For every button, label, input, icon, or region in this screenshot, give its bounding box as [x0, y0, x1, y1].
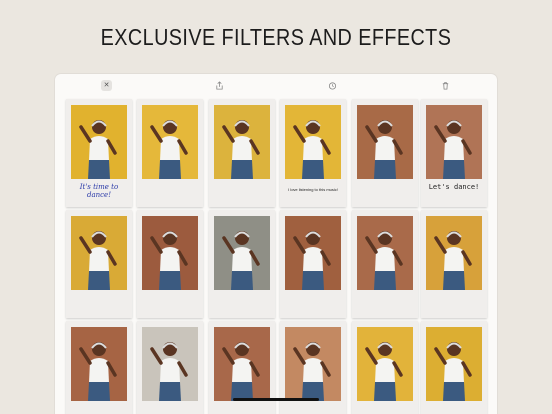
photo-illustration [214, 327, 270, 401]
timer-button[interactable] [327, 80, 338, 91]
dancer-photo [357, 216, 413, 290]
photo-illustration [285, 216, 341, 290]
photo-illustration [285, 327, 341, 401]
photo-illustration [285, 105, 341, 179]
photo-illustration [71, 105, 127, 179]
dancer-photo [71, 105, 127, 179]
dancer-photo [285, 216, 341, 290]
polaroid-card[interactable] [137, 210, 203, 318]
photo-illustration [357, 327, 413, 401]
dancer-photo [285, 327, 341, 401]
photo-caption: Let's dance! [428, 183, 480, 191]
photo-illustration [357, 216, 413, 290]
dancer-photo [357, 327, 413, 401]
photo-illustration [71, 216, 127, 290]
photo-illustration [142, 216, 198, 290]
share-button[interactable] [214, 80, 225, 91]
polaroid-card[interactable] [66, 321, 132, 414]
photo-illustration [142, 105, 198, 179]
photo-illustration [426, 105, 482, 179]
dancer-photo [214, 216, 270, 290]
dancer-photo [142, 105, 198, 179]
photo-illustration [71, 327, 127, 401]
polaroid-card[interactable] [421, 210, 487, 318]
dancer-photo [426, 216, 482, 290]
photo-illustration [214, 105, 270, 179]
dancer-photo [426, 105, 482, 179]
polaroid-card[interactable]: It's time to dance! [66, 99, 132, 207]
dancer-photo [426, 327, 482, 401]
photo-illustration [214, 216, 270, 290]
dancer-photo [142, 216, 198, 290]
headline: EXCLUSIVE FILTERS AND EFFECTS [100, 24, 452, 50]
toolbar: ✕ [55, 74, 497, 96]
polaroid-card[interactable] [352, 210, 418, 318]
share-icon [216, 81, 223, 90]
close-icon: ✕ [103, 82, 110, 89]
photo-caption: I love listening to this music! [288, 187, 338, 192]
trash-icon [442, 82, 449, 90]
home-indicator [233, 398, 319, 401]
dancer-photo [71, 327, 127, 401]
polaroid-card[interactable] [66, 210, 132, 318]
dancer-photo [285, 105, 341, 179]
trash-button[interactable] [440, 80, 451, 91]
photo-illustration [426, 216, 482, 290]
photo-illustration [142, 327, 198, 401]
dancer-photo [214, 105, 270, 179]
dancer-photo [214, 327, 270, 401]
device-screen: ✕ It's time to dance! I love listening to… [55, 74, 497, 414]
polaroid-card[interactable]: I love listening to this music! [280, 99, 346, 207]
polaroid-card[interactable] [352, 99, 418, 207]
polaroid-card[interactable] [280, 210, 346, 318]
dancer-photo [71, 216, 127, 290]
photo-illustration [357, 105, 413, 179]
polaroid-card[interactable]: Let's dance! [421, 99, 487, 207]
dancer-photo [142, 327, 198, 401]
polaroid-card[interactable] [137, 321, 203, 414]
polaroid-card[interactable] [421, 321, 487, 414]
polaroid-card[interactable] [352, 321, 418, 414]
polaroid-card[interactable] [137, 99, 203, 207]
photo-illustration [426, 327, 482, 401]
dancer-photo [357, 105, 413, 179]
photo-caption: It's time to dance! [79, 183, 119, 199]
polaroid-card[interactable] [209, 99, 275, 207]
close-button[interactable]: ✕ [101, 80, 112, 91]
polaroid-card[interactable] [209, 210, 275, 318]
timer-icon [328, 82, 337, 90]
